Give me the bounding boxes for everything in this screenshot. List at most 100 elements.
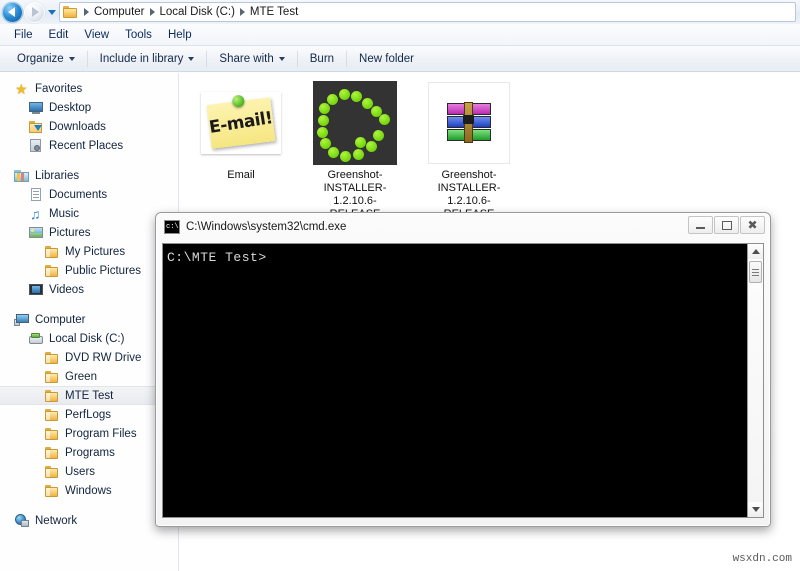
burn-button[interactable]: Burn: [301, 50, 343, 68]
file-item-greenshot-archive[interactable]: Greenshot-INSTALLER-1.2.10.6-RELEASE: [421, 81, 517, 221]
tree-item-green[interactable]: Green: [0, 367, 178, 386]
tree-label: Downloads: [49, 120, 106, 133]
folder-icon: [44, 350, 60, 366]
breadcrumb-item-mte-test[interactable]: MTE Test: [248, 6, 300, 18]
tree-item-program-files[interactable]: Program Files: [0, 424, 178, 443]
scroll-up-arrow-icon[interactable]: [748, 244, 763, 259]
greenshot-installer-icon: [313, 81, 397, 165]
organize-button[interactable]: Organize: [8, 50, 84, 68]
breadcrumb-separator: [84, 8, 89, 16]
breadcrumb[interactable]: Computer Local Disk (C:) MTE Test: [59, 2, 796, 22]
computer-icon: [14, 312, 30, 328]
menu-item-file[interactable]: File: [6, 27, 41, 43]
tree-item-recent-places[interactable]: Recent Places: [0, 136, 178, 155]
tree-label: DVD RW Drive: [65, 351, 142, 364]
tree-item-my-pictures[interactable]: My Pictures: [0, 242, 178, 261]
command-prompt-window[interactable]: C:\Windows\system32\cmd.exe ✖ C:\MTE Tes…: [155, 212, 771, 527]
cmd-console-output[interactable]: C:\MTE Test>: [163, 244, 747, 517]
folder-tree: ★ Favorites Desktop Downloads Recent Pla…: [0, 73, 178, 530]
tree-item-network[interactable]: Network: [0, 511, 178, 530]
cmd-minimize-button[interactable]: [688, 216, 713, 234]
tree-item-users[interactable]: Users: [0, 462, 178, 481]
folder-icon: [63, 5, 78, 19]
cmd-scrollbar[interactable]: [747, 244, 763, 517]
chevron-down-icon: [68, 56, 75, 61]
chevron-down-icon: [188, 56, 195, 61]
chevron-down-icon: [278, 56, 285, 61]
tree-item-desktop[interactable]: Desktop: [0, 98, 178, 117]
hard-drive-icon: [28, 331, 44, 347]
cmd-close-button[interactable]: ✖: [740, 216, 765, 234]
share-with-button[interactable]: Share with: [210, 50, 293, 68]
maximize-icon: [721, 220, 732, 230]
tree-item-windows[interactable]: Windows: [0, 481, 178, 500]
tree-item-favorites[interactable]: ★ Favorites: [0, 79, 178, 98]
forward-button[interactable]: [24, 1, 45, 23]
tree-item-pictures[interactable]: Pictures: [0, 223, 178, 242]
tree-item-documents[interactable]: Documents: [0, 185, 178, 204]
tree-item-videos[interactable]: Videos: [0, 280, 178, 299]
tree-label: Libraries: [35, 169, 80, 182]
back-button[interactable]: [2, 1, 23, 23]
tree-label: Computer: [35, 313, 86, 326]
pictures-icon: [28, 225, 44, 241]
back-arrow-icon: [8, 7, 15, 17]
tree-label: Users: [65, 465, 96, 478]
tree-item-mte-test[interactable]: MTE Test: [0, 386, 178, 405]
libraries-icon: [14, 168, 30, 184]
menu-item-tools[interactable]: Tools: [117, 27, 160, 43]
include-in-library-label: Include in library: [99, 52, 184, 65]
cmd-window-controls: ✖: [687, 216, 765, 234]
monitor-icon: [28, 100, 44, 116]
breadcrumb-separator: [149, 8, 155, 16]
new-folder-button[interactable]: New folder: [350, 50, 423, 68]
folder-icon: [44, 464, 60, 480]
folder-icon: [44, 445, 60, 461]
menu-item-edit[interactable]: Edit: [41, 27, 77, 43]
tree-item-local-disk-c[interactable]: Local Disk (C:): [0, 329, 178, 348]
command-toolbar: Organize Include in library Share with B…: [0, 46, 800, 72]
file-item-email[interactable]: E-mail! Email: [193, 81, 289, 221]
tree-group-gap: [0, 299, 178, 310]
file-thumbnail: E-mail!: [199, 81, 283, 165]
file-thumbnail: [313, 81, 397, 165]
tree-label: Public Pictures: [65, 264, 142, 277]
tree-item-public-pictures[interactable]: Public Pictures: [0, 261, 178, 280]
folder-icon: [44, 407, 60, 423]
tree-item-dvd-rw-drive[interactable]: DVD RW Drive: [0, 348, 178, 367]
breadcrumb-item-local-disk[interactable]: Local Disk (C:): [158, 6, 237, 18]
tree-label: Pictures: [49, 226, 91, 239]
tree-label: Recent Places: [49, 139, 124, 152]
toolbar-separator: [86, 50, 88, 67]
tree-item-perflogs[interactable]: PerfLogs: [0, 405, 178, 424]
folder-icon: [44, 369, 60, 385]
chevron-down-icon[interactable]: [48, 9, 56, 15]
share-with-label: Share with: [219, 52, 274, 65]
tree-item-music[interactable]: ♫ Music: [0, 204, 178, 223]
scrollbar-thumb[interactable]: [749, 261, 762, 283]
cmd-maximize-button[interactable]: [714, 216, 739, 234]
document-icon: [28, 187, 44, 203]
file-item-greenshot-installer[interactable]: Greenshot-INSTALLER-1.2.10.6-RELEASE: [307, 81, 403, 221]
organize-label: Organize: [17, 52, 64, 65]
menu-item-view[interactable]: View: [76, 27, 117, 43]
tree-item-programs[interactable]: Programs: [0, 443, 178, 462]
tree-item-libraries[interactable]: Libraries: [0, 166, 178, 185]
cmd-title-bar[interactable]: C:\Windows\system32\cmd.exe ✖: [156, 213, 770, 241]
downloads-folder-icon: [28, 119, 44, 135]
toolbar-separator: [296, 50, 298, 67]
address-bar: Computer Local Disk (C:) MTE Test: [0, 0, 800, 25]
folder-icon: [44, 388, 60, 404]
close-icon: ✖: [747, 218, 758, 232]
tree-label: MTE Test: [65, 389, 114, 402]
tree-label: Green: [65, 370, 97, 383]
tree-item-computer[interactable]: Computer: [0, 310, 178, 329]
tree-label: Local Disk (C:): [49, 332, 125, 345]
breadcrumb-item-computer[interactable]: Computer: [92, 6, 147, 18]
tree-label: Videos: [49, 283, 84, 296]
recent-places-icon: [28, 138, 44, 154]
scroll-down-arrow-icon[interactable]: [748, 502, 763, 517]
tree-item-downloads[interactable]: Downloads: [0, 117, 178, 136]
include-in-library-button[interactable]: Include in library: [91, 50, 204, 68]
menu-item-help[interactable]: Help: [160, 27, 200, 43]
